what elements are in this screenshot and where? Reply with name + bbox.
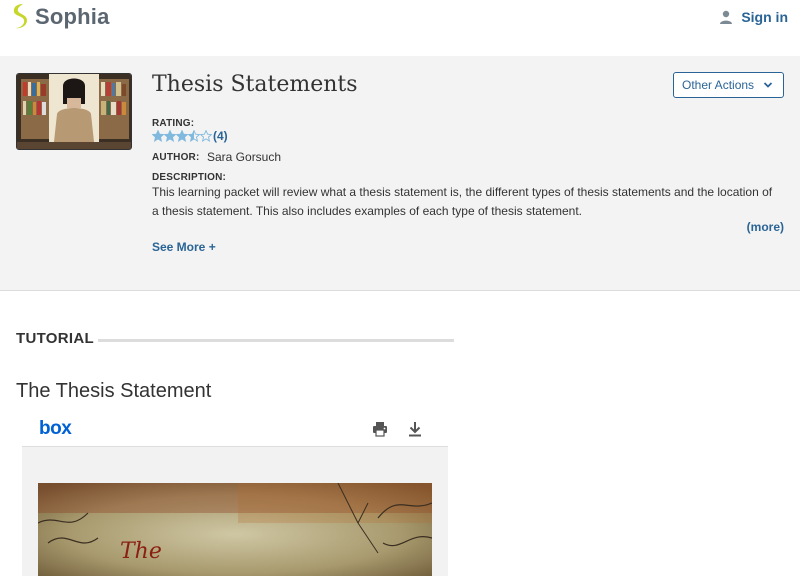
star-icon — [188, 130, 200, 142]
rating-count[interactable]: (4) — [213, 129, 228, 143]
user-icon — [720, 10, 733, 24]
rating-row: (4) — [152, 129, 228, 143]
document-page-preview: The — [38, 483, 432, 576]
sign-in-link[interactable]: Sign in — [719, 9, 788, 25]
other-actions-label: Other Actions — [682, 78, 755, 92]
rating-label: RATING: — [152, 118, 195, 129]
sophia-logo-icon — [13, 4, 27, 29]
star-icon — [200, 130, 212, 142]
more-link[interactable]: (more) — [747, 220, 784, 234]
author-name: Sara Gorsuch — [207, 150, 282, 164]
chevron-down-icon — [763, 82, 773, 88]
top-header: Sophia Sign in — [0, 0, 800, 56]
print-icon[interactable] — [372, 421, 388, 437]
tutorial-section-label: TUTORIAL — [16, 330, 94, 347]
resource-thumbnail — [16, 73, 132, 150]
resource-banner: Thesis Statements Other Actions RATING: … — [0, 56, 800, 291]
star-icon — [152, 130, 164, 142]
download-icon[interactable] — [407, 421, 423, 437]
brand-name: Sophia — [35, 3, 110, 29]
box-logo[interactable]: box — [39, 418, 72, 440]
see-more-link[interactable]: See More + — [152, 240, 216, 254]
divider — [98, 339, 454, 342]
resource-title: Thesis Statements — [152, 72, 358, 97]
star-icon — [176, 130, 188, 142]
sign-in-label: Sign in — [741, 9, 788, 25]
resource-description: This learning packet will review what a … — [152, 185, 773, 218]
document-title-fragment: The — [120, 539, 162, 564]
description-label: DESCRIPTION: — [152, 172, 227, 183]
author-label: AUTHOR: — [152, 152, 200, 163]
box-document-viewer[interactable]: box The — [22, 410, 448, 576]
tutorial-title: The Thesis Statement — [16, 380, 212, 402]
star-icon — [164, 130, 176, 142]
viewer-toolbar: box — [22, 410, 448, 447]
rating-stars[interactable] — [152, 130, 212, 142]
document-cover-image — [38, 483, 432, 576]
other-actions-dropdown[interactable]: Other Actions — [673, 72, 784, 98]
sophia-logo[interactable]: Sophia — [10, 3, 110, 30]
library-photo — [17, 74, 131, 149]
